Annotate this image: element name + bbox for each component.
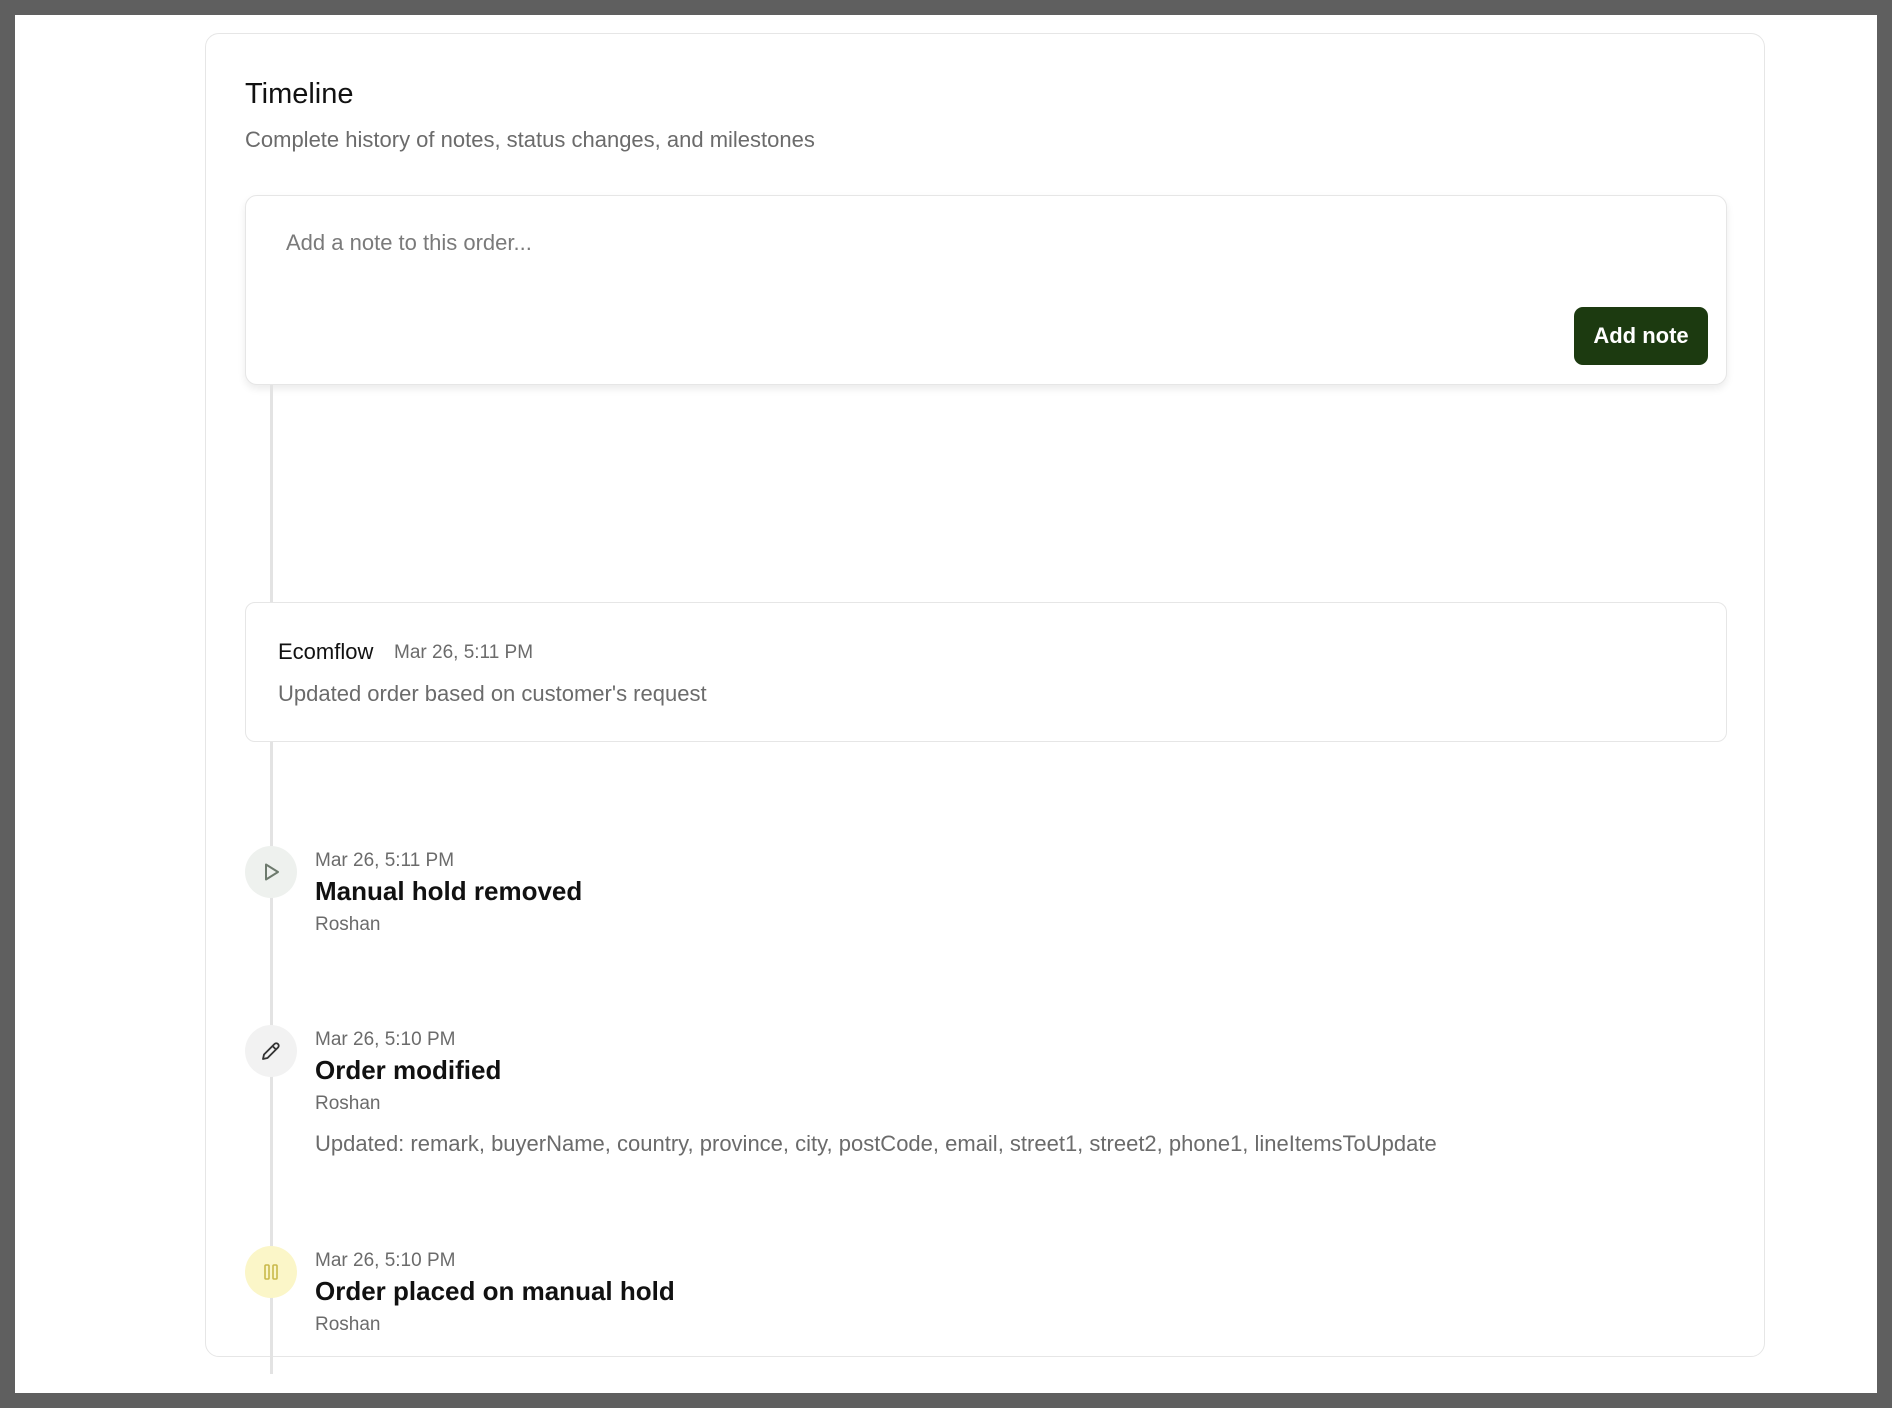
event-detail: Updated: remark, buyerName, country, pro… bbox=[315, 1131, 1437, 1156]
event-user: Roshan bbox=[315, 1314, 381, 1335]
timeline-title: Timeline bbox=[245, 78, 354, 110]
pause-icon bbox=[245, 1246, 297, 1298]
note-entry: Ecomflow Mar 26, 5:11 PM Updated order b… bbox=[245, 602, 1727, 742]
timeline-connector bbox=[270, 385, 273, 603]
timeline-subtitle: Complete history of notes, status change… bbox=[245, 127, 815, 152]
pencil-icon bbox=[245, 1025, 297, 1077]
event-title: Manual hold removed bbox=[315, 876, 583, 906]
event-title: Order modified bbox=[315, 1055, 502, 1085]
note-author: Ecomflow bbox=[278, 639, 374, 664]
note-body: Updated order based on customer's reques… bbox=[278, 681, 707, 706]
event-user: Roshan bbox=[315, 914, 381, 935]
note-composer: Add note bbox=[245, 195, 1727, 385]
note-input[interactable] bbox=[284, 222, 1588, 264]
event-timestamp: Mar 26, 5:10 PM bbox=[315, 1250, 456, 1271]
play-icon bbox=[245, 846, 297, 898]
add-note-button[interactable]: Add note bbox=[1574, 307, 1708, 365]
event-title: Order placed on manual hold bbox=[315, 1276, 675, 1306]
event-user: Roshan bbox=[315, 1093, 381, 1114]
note-timestamp: Mar 26, 5:11 PM bbox=[394, 642, 534, 663]
event-timestamp: Mar 26, 5:11 PM bbox=[315, 850, 455, 871]
timeline-card: Timeline Complete history of notes, stat… bbox=[205, 33, 1765, 1374]
page-frame: Timeline Complete history of notes, stat… bbox=[15, 15, 1877, 1393]
event-timestamp: Mar 26, 5:10 PM bbox=[315, 1029, 456, 1050]
